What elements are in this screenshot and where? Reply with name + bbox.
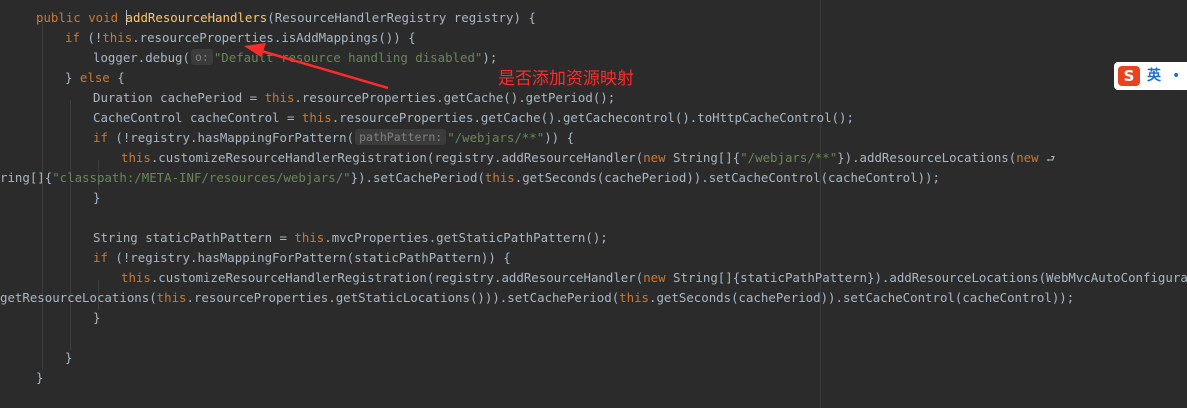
- arrow-shaft: [257, 48, 389, 90]
- arrow-head: [244, 43, 266, 57]
- ime-punctuation-icon[interactable]: •: [1172, 66, 1180, 86]
- annotation-arrow: [244, 43, 389, 90]
- ime-toolbar[interactable]: S 英 •: [1114, 62, 1187, 90]
- annotation-label: 是否添加资源映射: [498, 69, 634, 89]
- ime-mode-toggle[interactable]: 英: [1147, 66, 1161, 86]
- sogou-logo-icon: S: [1118, 66, 1140, 86]
